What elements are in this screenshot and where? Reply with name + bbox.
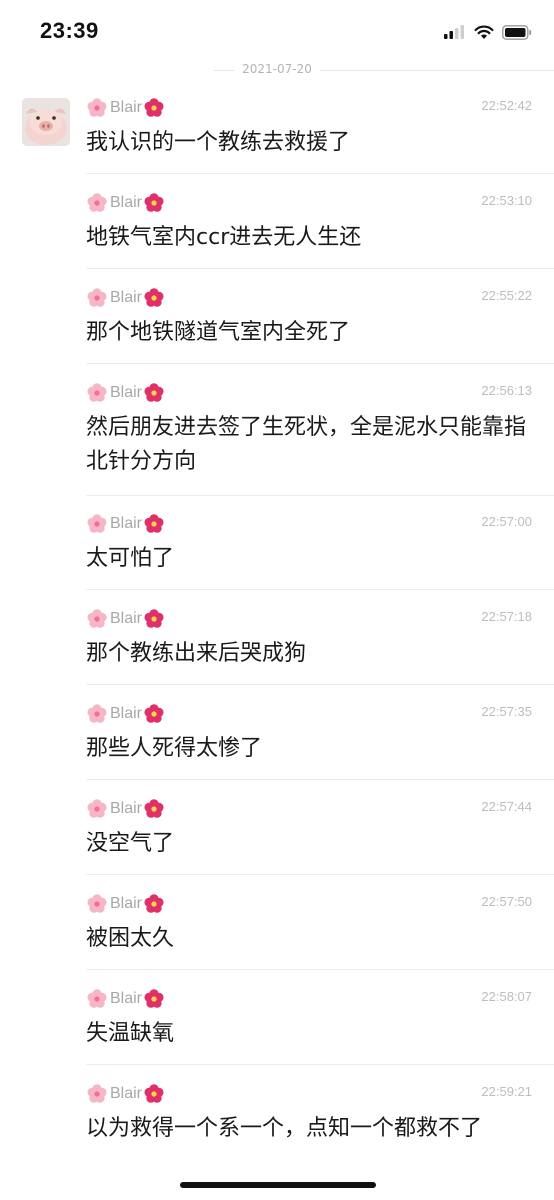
sender-name: Blair xyxy=(86,191,165,215)
cherry-blossom-icon xyxy=(87,383,107,402)
message-divider xyxy=(86,874,554,875)
message-divider xyxy=(86,268,554,269)
status-time: 23:39 xyxy=(40,18,99,43)
message-divider xyxy=(86,684,554,685)
sender-name-text: Blair xyxy=(110,1085,143,1102)
message-time: 22:57:18 xyxy=(481,609,532,624)
message-time: 22:56:13 xyxy=(481,383,532,398)
battery-icon xyxy=(502,24,532,40)
wifi-icon xyxy=(474,25,494,39)
cherry-blossom-icon xyxy=(87,989,107,1008)
message-text: 没空气了 xyxy=(86,831,175,856)
message-time: 22:52:42 xyxy=(481,98,532,113)
cherry-blossom-icon xyxy=(87,98,107,117)
sender-name-text: Blair xyxy=(110,194,143,211)
hibiscus-icon xyxy=(144,799,164,818)
cherry-blossom-icon xyxy=(87,704,107,723)
message-text: 那个地铁隧道气室内全死了 xyxy=(86,320,351,345)
message-time: 22:57:44 xyxy=(481,799,532,814)
sender-name-text: Blair xyxy=(110,384,143,401)
message-text: 那个教练出来后哭成狗 xyxy=(86,641,307,666)
sender-name: Blair xyxy=(86,512,165,536)
sender-name: Blair xyxy=(86,1082,165,1106)
hibiscus-icon xyxy=(144,704,164,723)
sender-name-text: Blair xyxy=(110,610,143,627)
sender-name: Blair xyxy=(86,607,165,631)
sender-name-text: Blair xyxy=(110,705,143,722)
message-text: 被困太久 xyxy=(86,926,175,951)
message-time: 22:57:50 xyxy=(481,894,532,909)
sender-name-text: Blair xyxy=(110,99,143,116)
message-text: 太可怕了 xyxy=(86,546,175,571)
sender-name-text: Blair xyxy=(110,515,143,532)
message-text: 我认识的一个教练去救援了 xyxy=(86,130,351,155)
hibiscus-icon xyxy=(144,609,164,628)
message-divider xyxy=(86,495,554,496)
date-label: 2021-07-20 xyxy=(234,62,320,76)
status-icons xyxy=(444,22,532,42)
hibiscus-icon xyxy=(144,288,164,307)
cherry-blossom-icon xyxy=(87,514,107,533)
hibiscus-icon xyxy=(144,98,164,117)
sender-name: Blair xyxy=(86,286,165,310)
sender-name-text: Blair xyxy=(110,895,143,912)
cherry-blossom-icon xyxy=(87,799,107,818)
message-time: 22:55:22 xyxy=(481,288,532,303)
hibiscus-icon xyxy=(144,894,164,913)
message-text: 地铁气室内ccr进去无人生还 xyxy=(86,225,362,250)
sender-name: Blair xyxy=(86,987,165,1011)
hibiscus-icon xyxy=(144,1084,164,1103)
hibiscus-icon xyxy=(144,383,164,402)
home-indicator[interactable] xyxy=(180,1182,376,1188)
message-text: 那些人死得太惨了 xyxy=(86,736,263,761)
status-bar: 23:39 xyxy=(0,0,554,64)
cherry-blossom-icon xyxy=(87,1084,107,1103)
message-text: 失温缺氧 xyxy=(86,1021,175,1046)
message-divider xyxy=(86,173,554,174)
message-time: 22:58:07 xyxy=(481,989,532,1004)
message-divider xyxy=(86,779,554,780)
sender-name-text: Blair xyxy=(110,289,143,306)
hibiscus-icon xyxy=(144,514,164,533)
date-separator: 2021-07-20 xyxy=(0,62,554,76)
sender-name: Blair xyxy=(86,702,165,726)
message-divider xyxy=(86,1064,554,1065)
avatar[interactable] xyxy=(22,98,70,146)
message-divider xyxy=(86,969,554,970)
sender-name: Blair xyxy=(86,892,165,916)
message-time: 22:59:21 xyxy=(481,1084,532,1099)
sender-name: Blair xyxy=(86,797,165,821)
message-time: 22:57:35 xyxy=(481,704,532,719)
message-text: 然后朋友进去签了生死状，全是泥水只能靠指北针分方向 xyxy=(86,415,527,474)
message-text: 以为救得一个系一个，点知一个都救不了 xyxy=(86,1116,483,1141)
message-time: 22:53:10 xyxy=(481,193,532,208)
sender-name: Blair xyxy=(86,381,165,405)
message-time: 22:57:00 xyxy=(481,514,532,529)
sender-name-text: Blair xyxy=(110,990,143,1007)
message-divider xyxy=(86,589,554,590)
sender-name-text: Blair xyxy=(110,800,143,817)
cellular-signal-icon xyxy=(444,25,464,39)
sender-name: Blair xyxy=(86,96,165,120)
cherry-blossom-icon xyxy=(87,609,107,628)
message-divider xyxy=(86,363,554,364)
pig-avatar-icon xyxy=(22,98,70,146)
hibiscus-icon xyxy=(144,989,164,1008)
cherry-blossom-icon xyxy=(87,894,107,913)
hibiscus-icon xyxy=(144,193,164,212)
cherry-blossom-icon xyxy=(87,288,107,307)
cherry-blossom-icon xyxy=(87,193,107,212)
